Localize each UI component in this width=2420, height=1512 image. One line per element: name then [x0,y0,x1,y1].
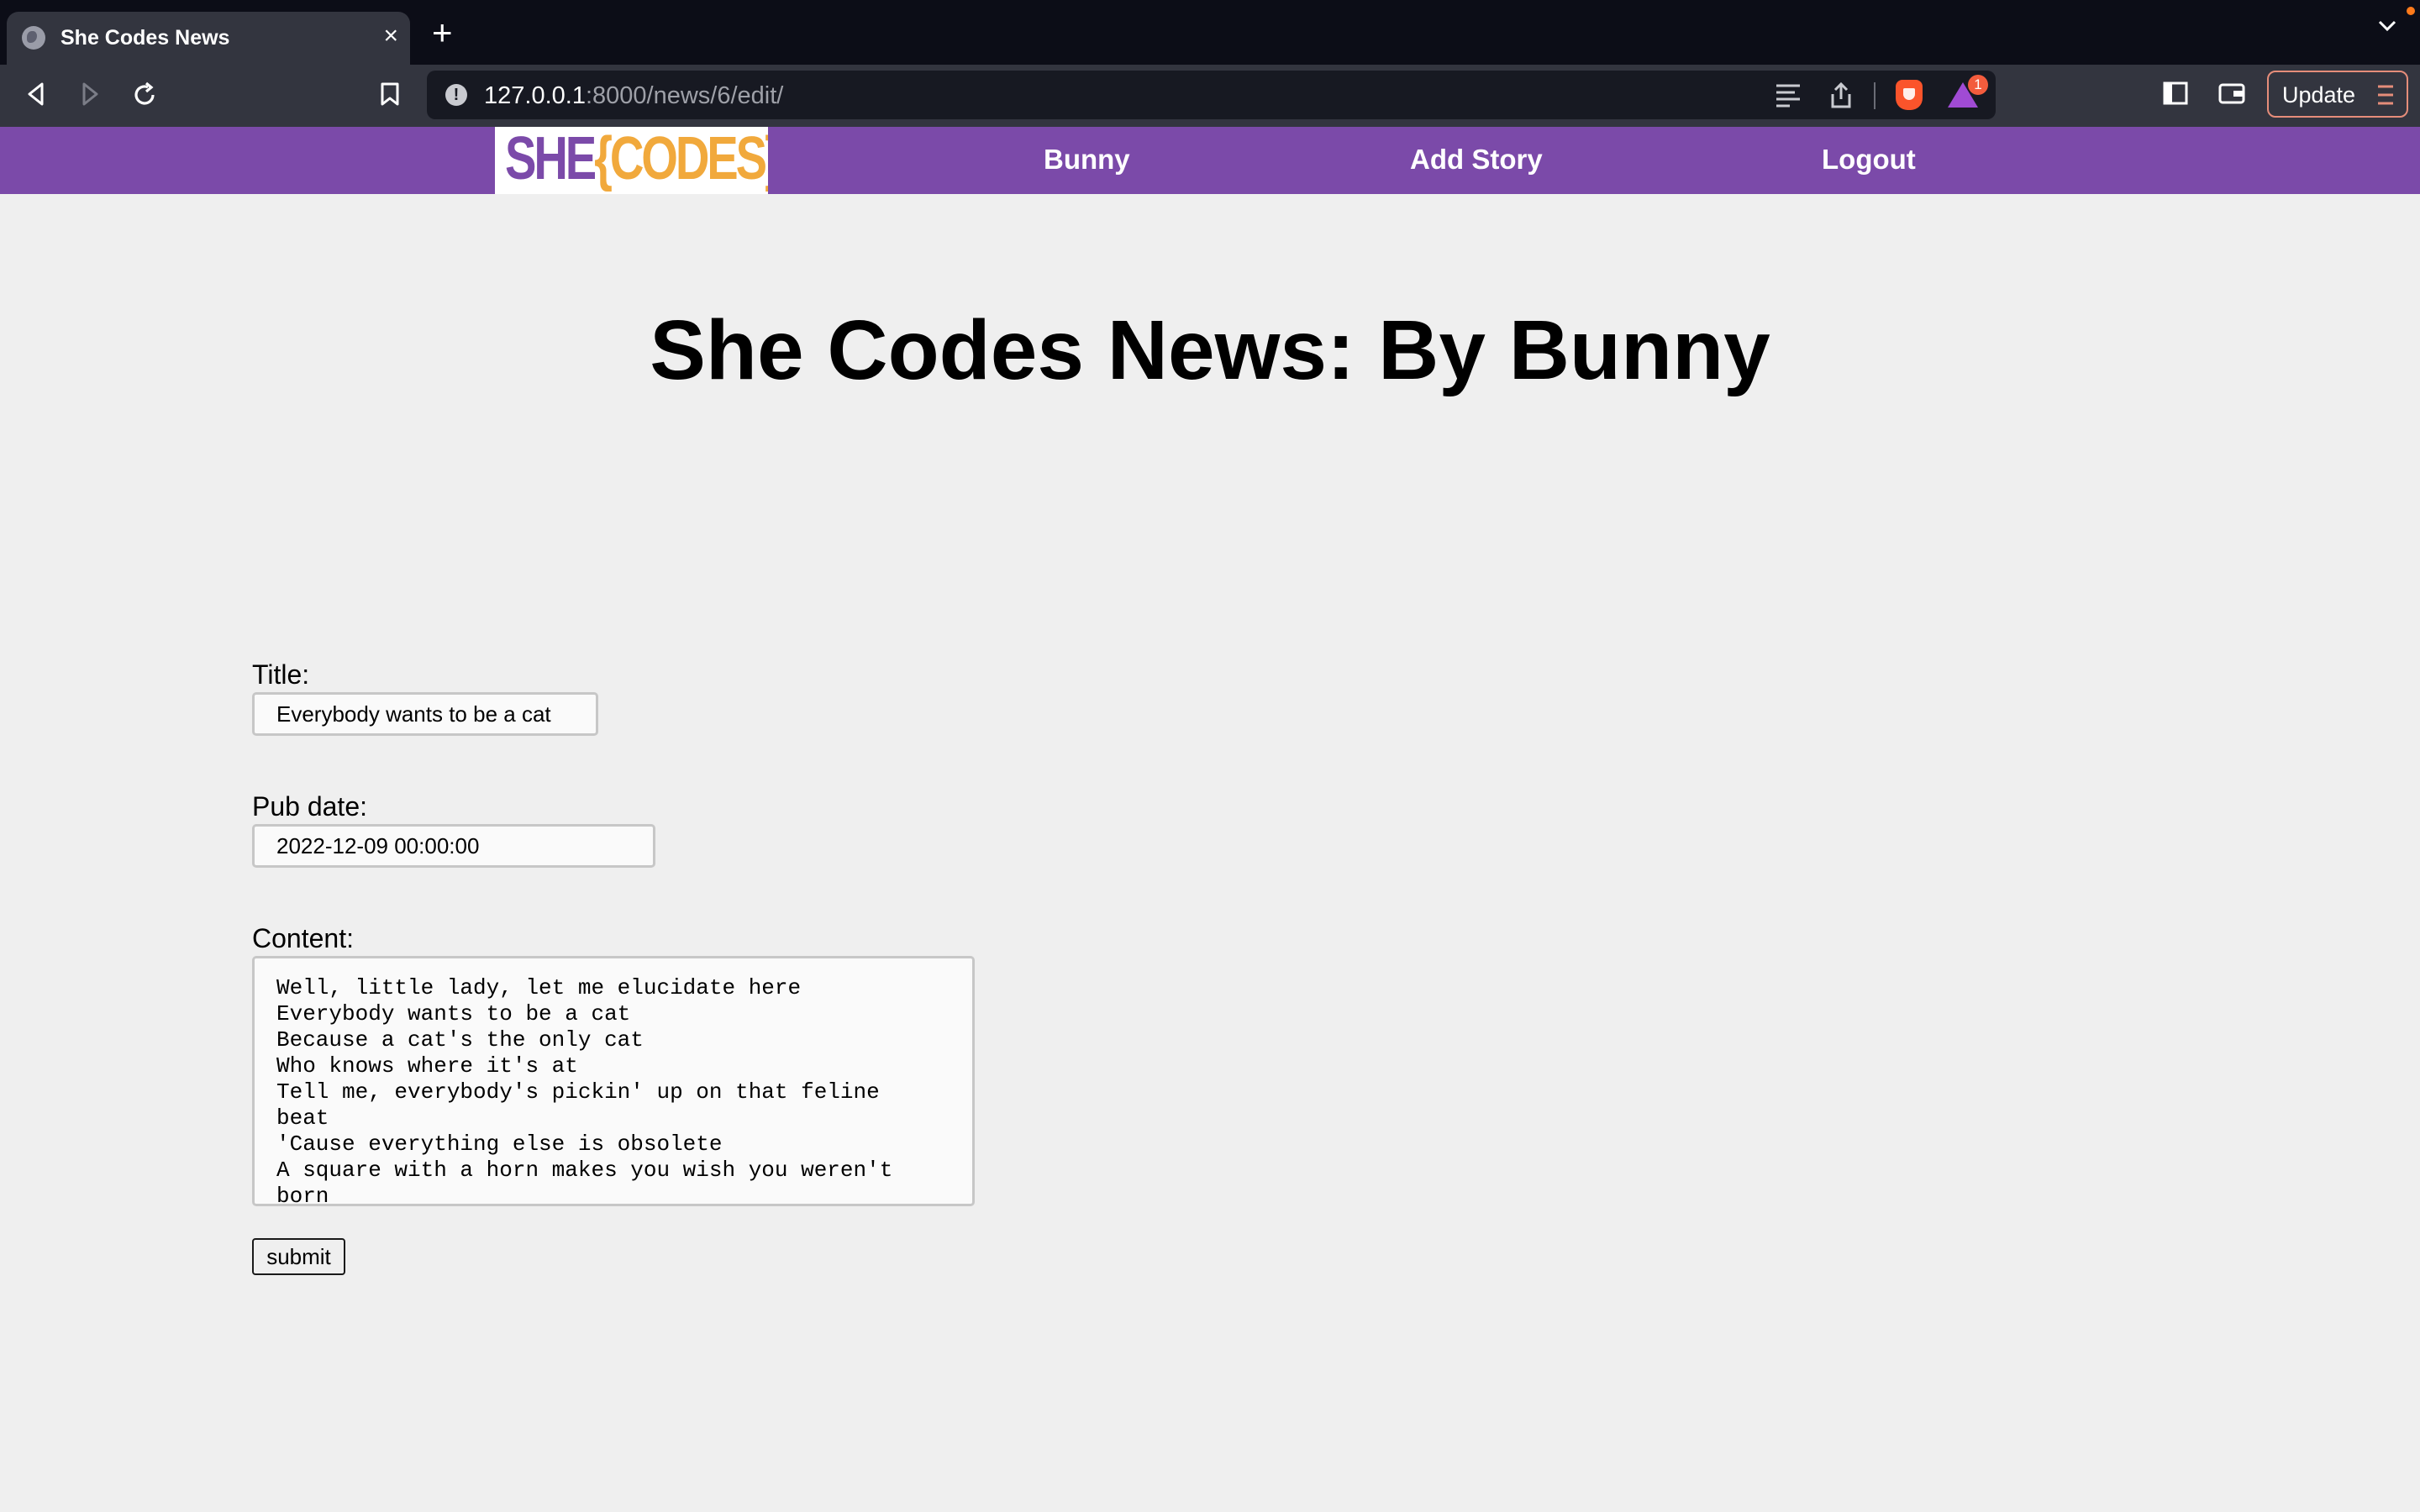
content-label: Content: [252,923,354,953]
new-tab-button[interactable]: + [432,15,453,50]
site-navbar: SHE{CODES} Bunny Add Story Logout [0,127,2420,194]
nav-link-logout[interactable]: Logout [1822,144,1916,176]
brave-shields-icon[interactable] [1896,80,1923,110]
url-divider [1874,82,1876,109]
tab-close-icon[interactable]: × [383,22,398,50]
content-line: born [276,1184,329,1206]
content-line: beat [276,1105,329,1131]
pub-date-input[interactable] [252,824,655,868]
reload-icon[interactable] [131,81,158,108]
back-icon[interactable] [25,81,47,107]
update-button[interactable]: Update [2267,71,2408,118]
title-label: Title: [252,659,310,690]
tab-title: She Codes News [60,26,230,50]
sidebar-icon[interactable] [2163,81,2188,105]
she-codes-logo[interactable]: SHE{CODES} [495,127,768,194]
browser-tab-bar: She Codes News × + [0,0,2420,65]
content-line: Who knows where it's at [276,1053,578,1079]
nav-link-bunny[interactable]: Bunny [1044,144,1130,176]
share-icon[interactable] [1830,81,1852,113]
content-line: Because a cat's the only cat [276,1027,644,1053]
content-line: Tell me, everybody's pickin' up on that … [276,1079,880,1105]
content-line: Well, little lady, let me elucidate here [276,975,802,1000]
title-input[interactable] [252,692,598,736]
pub-date-label: Pub date: [252,791,367,822]
forward-icon[interactable] [79,81,101,107]
url-text: 127.0.0.1:8000/news/6/edit/ [484,82,784,109]
submit-button[interactable]: submit [252,1238,345,1275]
wallet-icon[interactable] [2218,81,2245,105]
notification-dot [2407,7,2415,15]
reader-mode-icon[interactable] [1775,82,1802,112]
rewards-badge: 1 [1968,75,1988,95]
hamburger-menu-icon[interactable] [2376,84,2395,112]
globe-icon [22,26,45,50]
address-bar[interactable]: ! 127.0.0.1:8000/news/6/edit/ 1 [427,71,1996,119]
content-textarea[interactable]: Well, little lady, let me elucidate here… [252,956,975,1206]
browser-toolbar: ! 127.0.0.1:8000/news/6/edit/ 1 Update [0,65,2420,127]
page-title: She Codes News: By Bunny [650,303,1770,397]
nav-link-add-story[interactable]: Add Story [1410,144,1543,176]
browser-tab[interactable]: She Codes News × [7,12,410,65]
content-line: Everybody wants to be a cat [276,1001,631,1026]
site-info-icon[interactable]: ! [445,84,467,106]
chevron-down-icon[interactable] [2378,20,2396,32]
bookmark-icon[interactable] [380,81,400,107]
content-line: A square with a horn makes you wish you … [276,1158,893,1183]
content-line: 'Cause everything else is obsolete [276,1131,723,1157]
